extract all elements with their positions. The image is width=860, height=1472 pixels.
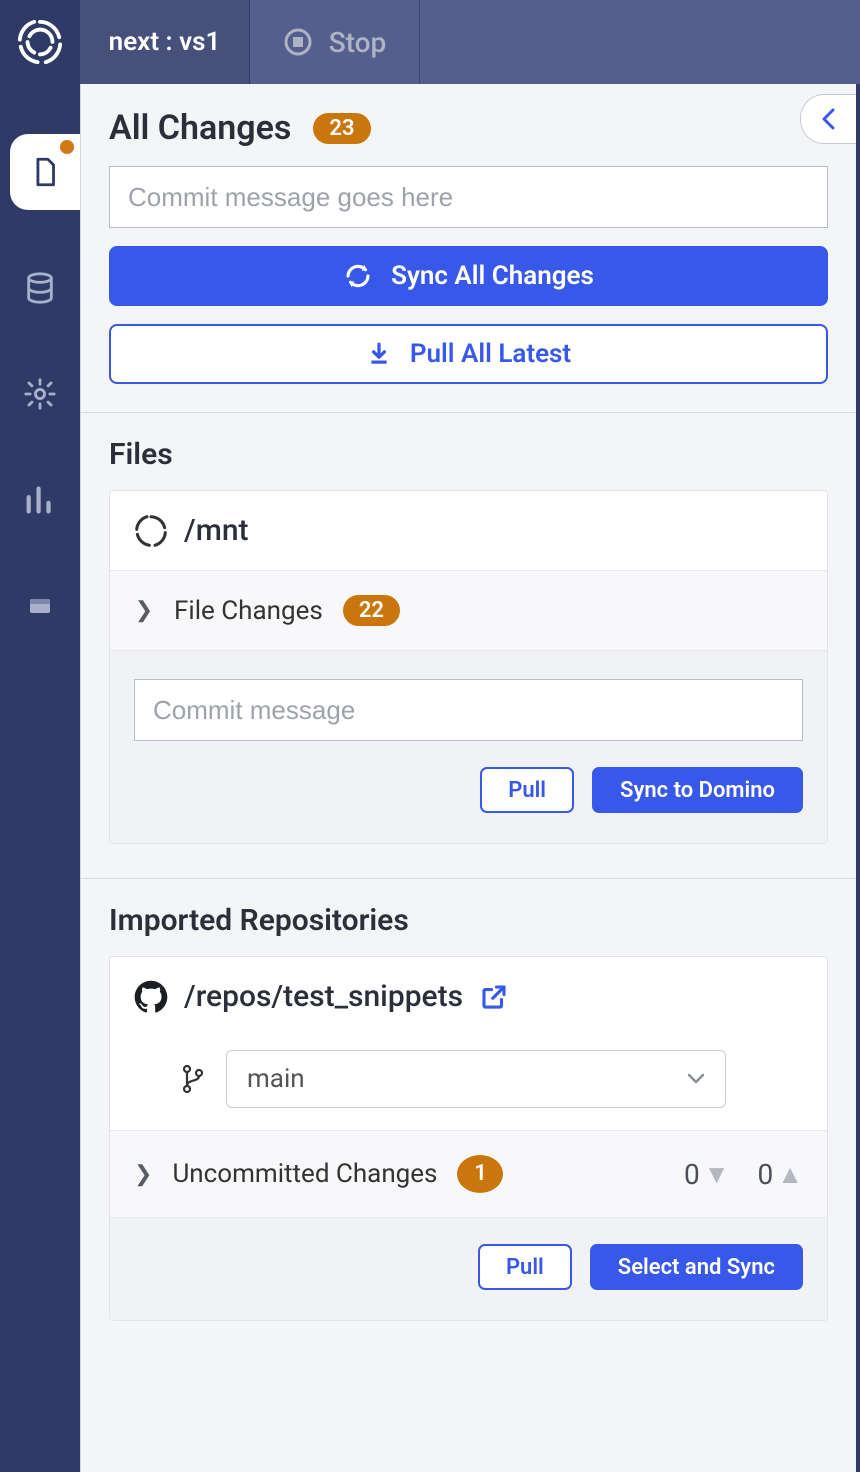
arrow-down-icon: ▼ [704,1159,730,1190]
arrow-up-icon: ▲ [777,1159,803,1190]
ahead-behind-indicator: 0 ▼ 0 ▲ [684,1158,803,1191]
rail-tab-data[interactable] [12,260,68,316]
chevron-left-icon [819,108,839,130]
collapse-panel-button[interactable] [800,94,856,144]
card-icon [25,594,55,618]
rail-tab-changes[interactable] [10,134,80,210]
files-commit-input[interactable] [134,679,803,741]
changes-panel: All Changes 23 Sync All Changes [80,84,860,1472]
branch-select[interactable]: main [226,1050,726,1108]
app-header: next : vs1 Stop [0,0,860,84]
all-changes-title: All Changes [109,108,291,148]
section-all-changes: All Changes 23 Sync All Changes [81,84,856,413]
uncommitted-count-badge: 1 [457,1155,503,1193]
pull-all-button[interactable]: Pull All Latest [109,324,828,384]
workspace-name[interactable]: next : vs1 [80,0,250,84]
uncommitted-label: Uncommitted Changes [172,1159,437,1189]
file-icon [28,155,62,189]
repo-card-header: /repos/test_snippets [110,957,827,1036]
uncommitted-expander[interactable]: ❯ Uncommitted Changes 1 0 ▼ 0 ▲ [110,1130,827,1218]
sync-all-button[interactable]: Sync All Changes [109,246,828,306]
left-rail [0,84,80,1472]
repo-branch-row: main [110,1036,827,1130]
files-card: /mnt ❯ File Changes 22 Pull Sync to Domi… [109,490,828,844]
behind-value: 0 [684,1158,700,1191]
bar-chart-icon [23,483,57,517]
rail-tab-settings[interactable] [12,366,68,422]
files-pull-button[interactable]: Pull [480,767,574,813]
stop-label: Stop [329,26,387,59]
database-icon [23,271,57,305]
repos-title: Imported Repositories [109,903,409,938]
files-card-header: /mnt [110,491,827,571]
file-changes-body: Pull Sync to Domino [110,651,827,843]
external-link-icon[interactable] [479,982,509,1012]
chevron-right-icon: ❯ [134,598,154,623]
files-mount-path: /mnt [184,513,249,548]
repo-path: /repos/test_snippets [184,979,463,1014]
download-icon [366,341,392,367]
file-changes-expander[interactable]: ❯ File Changes 22 [110,571,827,651]
github-icon [134,980,168,1014]
header-spacer [420,0,860,84]
domino-swirl-icon [134,514,168,548]
ahead-count: 0 ▲ [758,1158,803,1191]
repo-pull-button[interactable]: Pull [478,1244,572,1290]
file-changes-count-badge: 22 [343,595,400,626]
stop-icon [283,27,313,57]
file-changes-label: File Changes [174,596,323,626]
chevron-right-icon: ❯ [134,1162,152,1187]
ahead-value: 0 [758,1158,774,1191]
files-sync-button[interactable]: Sync to Domino [592,767,803,813]
section-files: Files /mnt ❯ File C [81,413,856,879]
domino-logo-icon [16,18,64,66]
rail-tab-resources[interactable] [12,472,68,528]
branch-icon [180,1064,206,1094]
logo-cell [0,0,80,84]
stop-button[interactable]: Stop [250,0,420,84]
files-title: Files [109,437,173,472]
rail-tab-docs[interactable] [12,578,68,634]
all-changes-commit-input[interactable] [109,166,828,228]
changes-dot-icon [60,140,74,154]
all-changes-count-badge: 23 [313,113,370,144]
branch-selected-value: main [247,1064,305,1094]
section-imported-repos: Imported Repositories /repos/test_snippe… [81,879,856,1361]
chevron-down-icon [687,1073,705,1085]
sync-icon [343,261,373,291]
gear-icon [23,377,57,411]
pull-all-label: Pull All Latest [410,339,571,369]
behind-count: 0 ▼ [684,1158,729,1191]
repo-card: /repos/test_snippets main [109,956,828,1321]
sync-all-label: Sync All Changes [391,261,594,291]
repo-actions-body: Pull Select and Sync [110,1218,827,1320]
repo-sync-button[interactable]: Select and Sync [590,1244,803,1290]
